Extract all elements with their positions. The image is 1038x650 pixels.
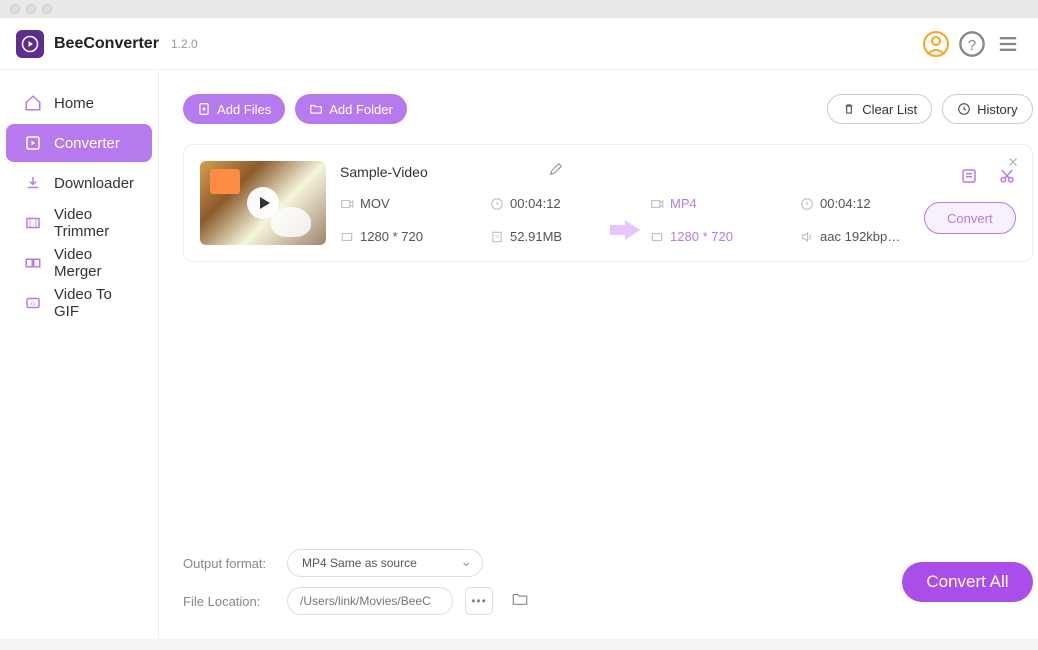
size-icon <box>490 230 504 244</box>
add-folder-icon <box>309 102 323 116</box>
file-item-card: Sample-Video MOV 00:04:12 1280 * 720 52.… <box>183 144 1033 262</box>
sidebar-item-converter[interactable]: Converter <box>6 124 152 162</box>
resolution-icon <box>650 230 664 244</box>
source-resolution: 1280 * 720 <box>340 229 450 244</box>
maximize-window-icon[interactable] <box>42 4 52 14</box>
home-icon <box>24 94 42 112</box>
video-thumbnail[interactable] <box>200 161 326 245</box>
source-duration: 00:04:12 <box>490 196 600 211</box>
clear-list-button[interactable]: Clear List <box>827 94 932 124</box>
window-titlebar <box>0 0 1038 18</box>
close-window-icon[interactable] <box>10 4 20 14</box>
convert-button[interactable]: Convert <box>924 202 1016 234</box>
file-name: Sample-Video <box>340 164 428 180</box>
trimmer-icon <box>24 214 42 232</box>
output-format-label: Output format: <box>183 556 275 571</box>
minimize-window-icon[interactable] <box>26 4 36 14</box>
clock-icon <box>490 197 504 211</box>
file-location-value: /Users/link/Movies/BeeC <box>287 587 453 615</box>
user-account-icon[interactable] <box>922 30 950 58</box>
sidebar-item-downloader[interactable]: Downloader <box>6 164 152 202</box>
add-files-icon <box>197 102 211 116</box>
sidebar-item-label: Video To GIF <box>54 286 134 320</box>
target-audio: aac 192kbp… <box>800 229 910 244</box>
remove-file-button[interactable] <box>1006 155 1020 174</box>
target-format[interactable]: MP4 <box>650 196 760 211</box>
target-resolution[interactable]: 1280 * 720 <box>650 229 760 244</box>
app-name: BeeConverter <box>54 35 159 53</box>
sidebar-item-home[interactable]: Home <box>6 84 152 122</box>
sidebar-item-trimmer[interactable]: Video Trimmer <box>6 204 152 242</box>
history-icon <box>957 102 971 116</box>
edit-settings-icon[interactable] <box>960 167 978 190</box>
clock-icon <box>800 197 814 211</box>
trash-icon <box>842 102 856 116</box>
download-icon <box>24 174 42 192</box>
more-options-button[interactable]: ••• <box>465 587 493 615</box>
svg-text:?: ? <box>968 36 976 53</box>
sidebar-item-label: Video Trimmer <box>54 206 134 240</box>
sidebar-item-gif[interactable]: G Video To GIF <box>6 284 152 322</box>
merger-icon <box>24 254 42 272</box>
play-icon <box>247 187 279 219</box>
source-format: MOV <box>340 196 450 211</box>
converter-icon <box>24 134 42 152</box>
source-size: 52.91MB <box>490 229 600 244</box>
history-button[interactable]: History <box>942 94 1032 124</box>
main-panel: Add Files Add Folder Clear List History <box>159 70 1038 639</box>
target-duration: 00:04:12 <box>800 196 910 211</box>
arrow-right-icon <box>600 216 650 244</box>
help-icon[interactable]: ? <box>958 30 986 58</box>
sidebar-item-merger[interactable]: Video Merger <box>6 244 152 282</box>
app-logo-icon <box>16 30 44 58</box>
sidebar-item-label: Home <box>54 95 94 112</box>
audio-icon <box>800 230 814 244</box>
app-header: BeeConverter 1.2.0 ? <box>0 18 1038 70</box>
menu-icon[interactable] <box>994 30 1022 58</box>
file-location-label: File Location: <box>183 594 275 609</box>
app-version: 1.2.0 <box>171 37 198 51</box>
resolution-icon <box>340 230 354 244</box>
add-files-button[interactable]: Add Files <box>183 94 285 124</box>
sidebar: Home Converter Downloader Video Trimmer … <box>0 70 159 639</box>
toolbar: Add Files Add Folder Clear List History <box>183 94 1033 124</box>
sidebar-item-label: Converter <box>54 135 120 152</box>
video-icon <box>650 197 664 211</box>
convert-all-button[interactable]: Convert All <box>902 562 1032 602</box>
bottom-bar: Output format: MP4 Same as source File L… <box>183 549 1033 615</box>
sidebar-item-label: Downloader <box>54 175 134 192</box>
add-folder-button[interactable]: Add Folder <box>295 94 407 124</box>
rename-icon[interactable] <box>548 161 564 182</box>
video-icon <box>340 197 354 211</box>
sidebar-item-label: Video Merger <box>54 246 134 280</box>
open-folder-icon[interactable] <box>511 590 529 613</box>
svg-text:G: G <box>31 301 35 307</box>
gif-icon: G <box>24 294 42 312</box>
output-format-select[interactable]: MP4 Same as source <box>287 549 483 577</box>
